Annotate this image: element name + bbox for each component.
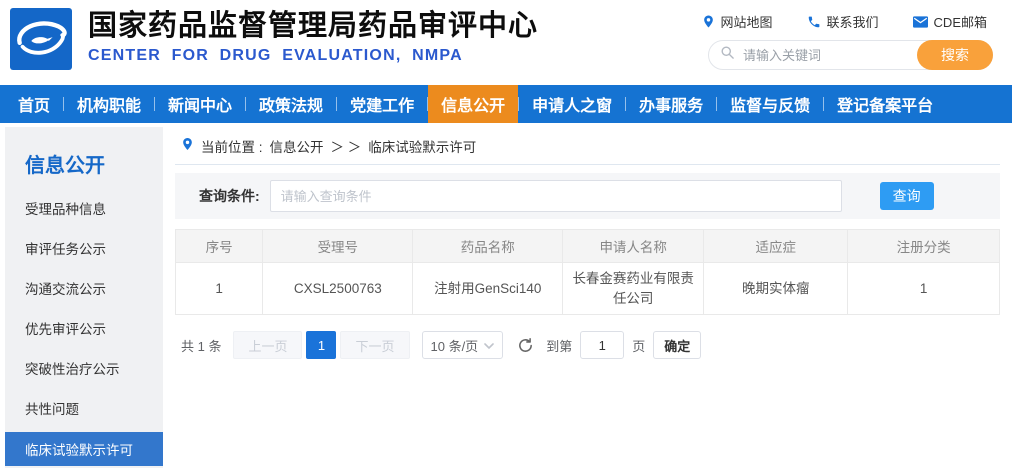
mailbox-link[interactable]: CDE邮箱 bbox=[912, 12, 987, 31]
table-header-row: 序号 受理号 药品名称 申请人名称 适应症 注册分类 bbox=[174, 229, 1000, 263]
cell-drug-name: 注射用GenSci140 bbox=[412, 262, 564, 315]
cde-logo-icon bbox=[10, 8, 72, 70]
breadcrumb-section[interactable]: 信息公开 bbox=[270, 136, 324, 156]
goto-page-label: 到第 bbox=[546, 338, 573, 354]
nav-item-info-disclosure[interactable]: 信息公开 bbox=[428, 85, 519, 123]
site-search-bar: 搜索 bbox=[708, 40, 993, 70]
col-header-index: 序号 bbox=[174, 229, 264, 263]
site-title: 国家药品监督管理局药品审评中心 bbox=[88, 10, 539, 42]
col-header-registration-class: 注册分类 bbox=[847, 229, 1000, 263]
nav-item-policies[interactable]: 政策法规 bbox=[246, 85, 336, 123]
confirm-button[interactable]: 确定 bbox=[653, 331, 702, 359]
search-icon bbox=[720, 45, 735, 65]
site-search-button[interactable]: 搜索 bbox=[917, 40, 993, 70]
nav-item-supervision[interactable]: 监督与反馈 bbox=[717, 85, 823, 123]
main-area: 信息公开 受理品种信息 审评任务公示 沟通交流公示 优先审评公示 突破性治疗公示… bbox=[0, 127, 1012, 468]
cell-indication: 晚期实体瘤 bbox=[703, 262, 849, 315]
cell-registration-class: 1 bbox=[847, 262, 1000, 315]
site-subtitle: CENTER FOR DRUG EVALUATION, NMPA bbox=[88, 46, 463, 64]
page-unit-label: 页 bbox=[632, 338, 646, 354]
page-size-value: 10 条/页 bbox=[430, 338, 479, 354]
cell-index: 1 bbox=[174, 262, 264, 315]
breadcrumb-prefix: 当前位置 : bbox=[201, 139, 263, 155]
cell-acceptance-no: CXSL2500763 bbox=[262, 262, 414, 315]
prev-page-button[interactable]: 上一页 bbox=[233, 331, 303, 359]
sidebar-item-clinical-trial-implied-license[interactable]: 临床试验默示许可 bbox=[5, 432, 163, 466]
breadcrumb-page[interactable]: 临床试验默示许可 bbox=[368, 136, 476, 156]
page-size-select[interactable]: 10 条/页 bbox=[421, 331, 504, 359]
sidebar-item-review-tasks[interactable]: 审评任务公示 bbox=[5, 228, 163, 268]
sitemap-link-label: 网站地图 bbox=[720, 15, 773, 30]
contact-link-label: 联系我们 bbox=[826, 15, 879, 30]
sitemap-link[interactable]: 网站地图 bbox=[702, 12, 773, 31]
nav-item-services[interactable]: 办事服务 bbox=[626, 85, 716, 123]
query-button[interactable]: 查询 bbox=[879, 182, 934, 210]
pagination-total: 共 1 条 bbox=[181, 338, 222, 354]
cde-logo bbox=[10, 8, 72, 70]
chevron-down-icon bbox=[484, 338, 494, 353]
query-label: 查询条件: bbox=[199, 188, 260, 204]
table-row[interactable]: 1 CXSL2500763 注射用GenSci140 长春金赛药业有限责任公司 … bbox=[174, 262, 1000, 315]
pagination: 共 1 条 上一页 1 下一页 10 条/页 到第 页 确定 bbox=[175, 331, 1000, 359]
main-nav: 首页 机构职能 新闻中心 政策法规 党建工作 信息公开 申请人之窗 办事服务 监… bbox=[0, 85, 1012, 123]
nav-item-applicant-window[interactable]: 申请人之窗 bbox=[519, 85, 625, 123]
breadcrumb: 当前位置 : 信息公开 ＞ ＞ 临床试验默示许可 bbox=[175, 127, 1000, 165]
goto-page-input[interactable] bbox=[580, 331, 625, 359]
nav-item-functions[interactable]: 机构职能 bbox=[64, 85, 154, 123]
sidebar-item-common-issues[interactable]: 共性问题 bbox=[5, 388, 163, 428]
nav-item-registration-platform[interactable]: 登记备案平台 bbox=[824, 85, 946, 123]
site-header: 国家药品监督管理局药品审评中心 CENTER FOR DRUG EVALUATI… bbox=[0, 0, 1012, 85]
sidebar-item-communication[interactable]: 沟通交流公示 bbox=[5, 268, 163, 308]
nav-item-news[interactable]: 新闻中心 bbox=[155, 85, 245, 123]
sidebar-item-accepted-varieties[interactable]: 受理品种信息 bbox=[5, 188, 163, 228]
cell-applicant: 长春金赛药业有限责任公司 bbox=[562, 262, 705, 315]
sidebar-item-priority-review[interactable]: 优先审评公示 bbox=[5, 308, 163, 348]
site-search-input[interactable] bbox=[735, 47, 917, 63]
sidebar-title: 信息公开 bbox=[25, 155, 105, 177]
col-header-drug-name: 药品名称 bbox=[412, 229, 564, 263]
sidebar: 信息公开 受理品种信息 审评任务公示 沟通交流公示 优先审评公示 突破性治疗公示… bbox=[5, 127, 163, 468]
phone-icon bbox=[807, 15, 821, 29]
refresh-icon[interactable] bbox=[517, 337, 534, 354]
envelope-icon bbox=[912, 15, 928, 28]
nav-item-party[interactable]: 党建工作 bbox=[337, 85, 427, 123]
contact-link[interactable]: 联系我们 bbox=[807, 12, 879, 31]
title-block: 国家药品监督管理局药品审评中心 CENTER FOR DRUG EVALUATI… bbox=[88, 10, 539, 65]
results-table: 序号 受理号 药品名称 申请人名称 适应症 注册分类 1 CXSL2500763… bbox=[174, 229, 1000, 315]
nav-item-home[interactable]: 首页 bbox=[5, 85, 63, 123]
query-input[interactable] bbox=[269, 180, 842, 212]
mailbox-link-label: CDE邮箱 bbox=[933, 15, 987, 30]
col-header-applicant: 申请人名称 bbox=[562, 229, 705, 263]
query-bar: 查询条件: 查询 bbox=[175, 173, 1000, 219]
breadcrumb-separator: ＞ ＞ bbox=[330, 139, 362, 155]
quick-links: 网站地图 联系我们 CDE邮箱 bbox=[702, 12, 987, 31]
location-pin-icon bbox=[181, 136, 194, 155]
current-page-button[interactable]: 1 bbox=[306, 331, 337, 359]
content: 当前位置 : 信息公开 ＞ ＞ 临床试验默示许可 查询条件: 查询 序号 受理号… bbox=[163, 127, 1012, 468]
col-header-indication: 适应症 bbox=[703, 229, 849, 263]
location-pin-icon bbox=[702, 14, 715, 29]
sidebar-item-breakthrough-therapy[interactable]: 突破性治疗公示 bbox=[5, 348, 163, 388]
col-header-acceptance-no: 受理号 bbox=[262, 229, 414, 263]
next-page-button[interactable]: 下一页 bbox=[340, 331, 410, 359]
